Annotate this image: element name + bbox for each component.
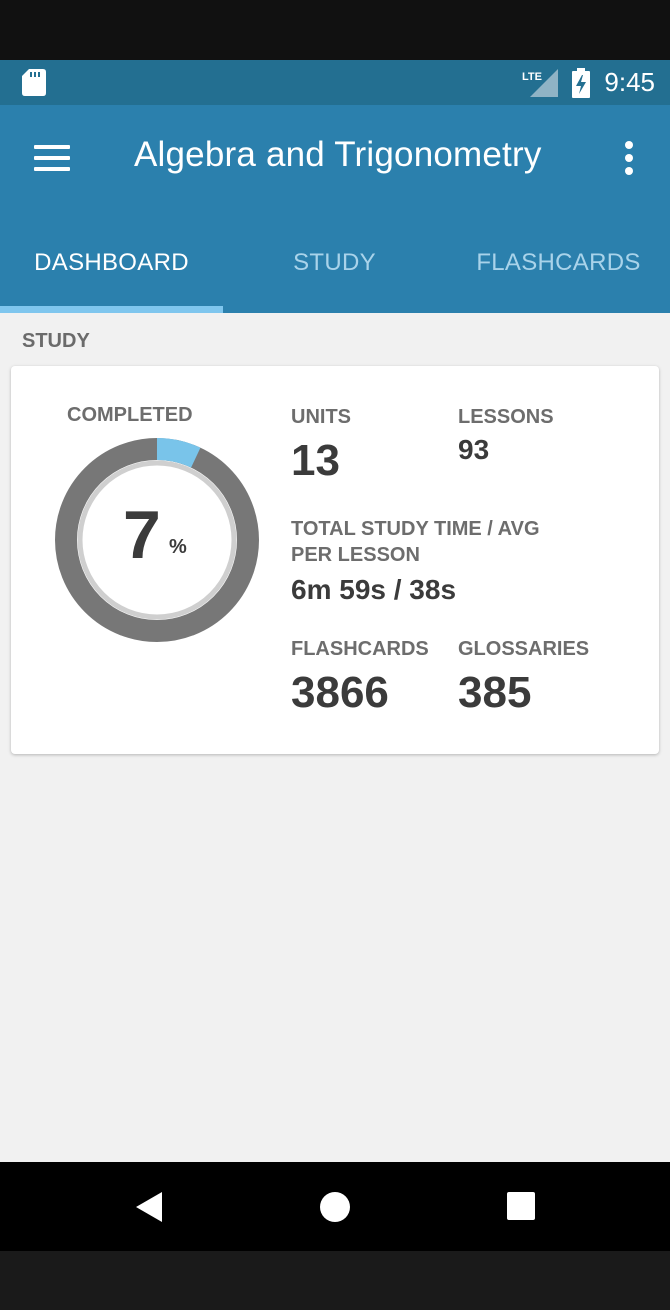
home-icon[interactable] [320,1192,350,1222]
percent-sign: % [169,536,187,558]
bottom-bezel [0,1251,670,1310]
lessons-label: LESSONS [458,406,554,428]
glossaries-value: 385 [458,668,532,717]
recent-apps-icon[interactable] [507,1192,535,1220]
tab-bar: DASHBOARD STUDY FLASHCARDS [0,235,670,313]
tab-flashcards[interactable]: FLASHCARDS [447,235,670,313]
tab-dashboard[interactable]: DASHBOARD [0,235,223,313]
app-bar: Algebra and Trigonometry DASHBOARD STUDY… [0,105,670,313]
top-bezel [0,0,670,60]
app-title: Algebra and Trigonometry [134,135,542,174]
back-icon[interactable] [136,1192,164,1222]
dashboard-content: STUDY COMPLETED 7 % UNITS 13 LESSONS 93 … [0,313,670,1162]
lessons-value: 93 [458,434,490,465]
network-type-label: LTE [522,71,542,83]
completed-label: COMPLETED [67,404,193,426]
units-value: 13 [291,436,340,485]
study-time-label-line1: TOTAL STUDY TIME / AVG [291,518,540,540]
flashcards-label: FLASHCARDS [291,638,429,660]
hamburger-menu-icon[interactable] [34,145,70,173]
status-time: 9:45 [604,67,655,97]
study-stats-card: COMPLETED 7 % UNITS 13 LESSONS 93 TOTAL … [11,366,659,754]
section-label-study: STUDY [22,330,90,352]
status-bar: LTE 9:45 [0,60,670,105]
more-options-icon[interactable] [620,141,638,177]
tab-indicator [0,306,223,313]
units-label: UNITS [291,406,351,428]
completed-percent-value: 7 [123,497,161,573]
study-time-label-line2: PER LESSON [291,544,420,566]
tab-study[interactable]: STUDY [223,235,446,313]
signal-icon: LTE [522,69,558,97]
system-navigation-bar [0,1162,670,1251]
flashcards-value: 3866 [291,668,389,717]
glossaries-label: GLOSSARIES [458,638,590,660]
battery-charging-icon [572,68,590,98]
sd-card-icon [22,69,46,96]
study-time-value: 6m 59s / 38s [291,574,457,605]
